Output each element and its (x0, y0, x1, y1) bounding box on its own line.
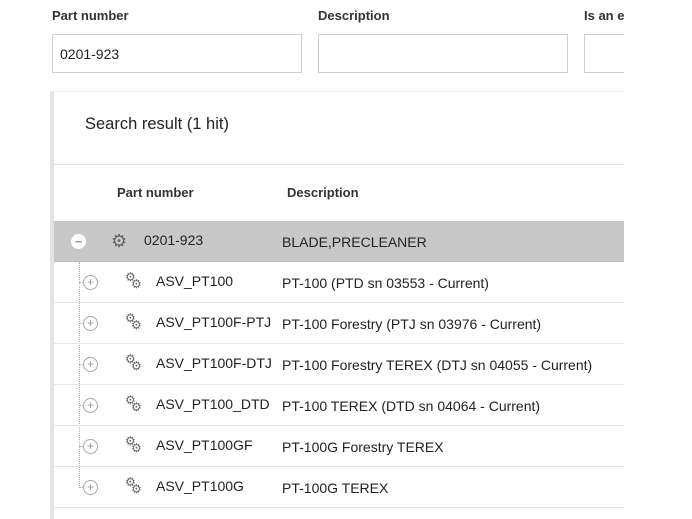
table-row[interactable]: + ⚙ ⚙ ASV_PT100 PT-100 (PTD sn 03553 - C… (54, 262, 624, 303)
table-row-parent[interactable]: − ⚙ 0201-923 BLADE,PRECLEANER (54, 221, 624, 262)
parent-description: BLADE,PRECLEANER (282, 234, 427, 250)
description-filter-input[interactable] (318, 34, 568, 73)
child-description: PT-100G Forestry TEREX (282, 439, 444, 455)
gears-icon: ⚙ (131, 359, 142, 373)
expand-icon[interactable]: + (83, 275, 98, 290)
results-divider (54, 164, 624, 165)
expand-icon[interactable]: + (83, 357, 98, 372)
child-description: PT-100 (PTD sn 03553 - Current) (282, 275, 489, 291)
part-number-filter-label: Part number (52, 8, 129, 23)
child-description: PT-100 Forestry (PTJ sn 03976 - Current) (282, 316, 542, 332)
search-results-panel: Search result (1 hit) Part number Descri… (50, 91, 624, 519)
gears-icon: ⚙ (131, 482, 142, 496)
table-row[interactable]: + ⚙ ⚙ ASV_PT100_DTD PT-100 TEREX (DTD sn… (54, 385, 624, 426)
gears-icon: ⚙ (131, 400, 142, 414)
column-header-description[interactable]: Description (287, 185, 359, 200)
child-part-number: ASV_PT100G (156, 478, 244, 494)
equivalent-filter-input[interactable] (584, 34, 624, 73)
gear-icon: ⚙ (111, 231, 128, 251)
collapse-icon[interactable]: − (71, 234, 86, 249)
gears-icon: ⚙ (131, 441, 142, 455)
child-description: PT-100 Forestry TEREX (DTJ sn 04055 - Cu… (282, 357, 593, 373)
search-result-title: Search result (1 hit) (85, 115, 229, 133)
child-description: PT-100G TEREX (282, 480, 389, 496)
child-description: PT-100 TEREX (DTD sn 04064 - Current) (282, 398, 541, 414)
expand-icon[interactable]: + (83, 439, 98, 454)
table-row[interactable]: + ⚙ ⚙ ASV_PT100G PT-100G TEREX (54, 467, 624, 508)
child-part-number: ASV_PT100GF (156, 437, 253, 453)
parent-part-number: 0201-923 (144, 232, 204, 248)
equivalent-filter-label: Is an e (584, 8, 624, 23)
column-header-part-number[interactable]: Part number (117, 185, 194, 200)
part-number-filter-input[interactable] (52, 34, 302, 73)
expand-icon[interactable]: + (83, 316, 98, 331)
child-part-number: ASV_PT100 (156, 273, 234, 289)
child-part-number: ASV_PT100_DTD (156, 396, 270, 412)
gears-icon: ⚙ (131, 318, 142, 332)
table-row[interactable]: + ⚙ ⚙ ASV_PT100F-DTJ PT-100 Forestry TER… (54, 344, 624, 385)
child-part-number: ASV_PT100F-DTJ (156, 355, 272, 371)
expand-icon[interactable]: + (83, 398, 98, 413)
expand-icon[interactable]: + (83, 480, 98, 495)
table-row[interactable]: + ⚙ ⚙ ASV_PT100GF PT-100G Forestry TEREX (54, 426, 624, 467)
table-row[interactable]: + ⚙ ⚙ ASV_PT100F-PTJ PT-100 Forestry (PT… (54, 303, 624, 344)
gears-icon: ⚙ (131, 277, 142, 291)
description-filter-label: Description (318, 8, 390, 23)
child-part-number: ASV_PT100F-PTJ (156, 314, 272, 330)
